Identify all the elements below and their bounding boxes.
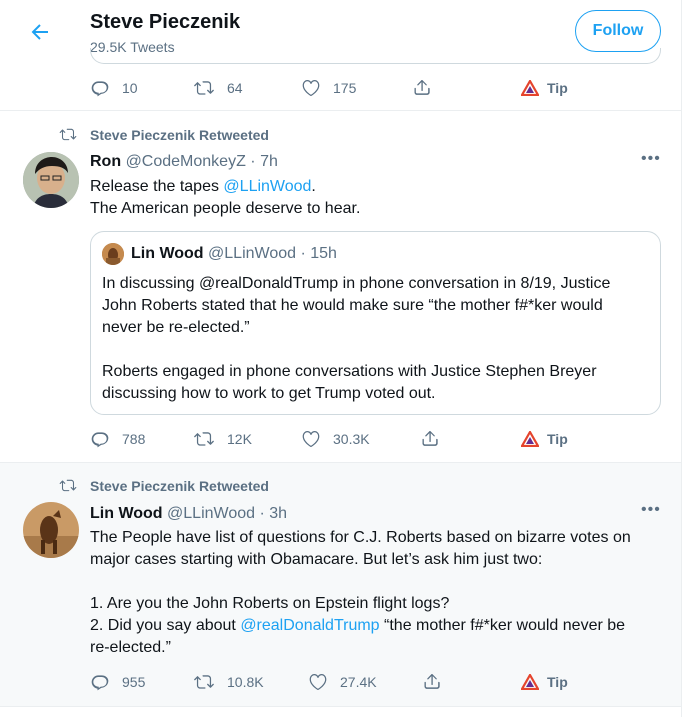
tweet-text-line: The People have list of questions for C.… xyxy=(90,529,631,546)
retweeted-indicator xyxy=(58,477,78,494)
heart-icon xyxy=(309,674,327,690)
retweet-icon xyxy=(59,479,77,492)
tip-label: Tip xyxy=(547,431,568,447)
brave-triangle-icon xyxy=(521,80,539,96)
tweet-text-line: 2. Did you say about xyxy=(90,617,241,634)
reply-icon xyxy=(91,432,109,448)
tweet-text-line: “the mother f#*ker would never be xyxy=(379,617,626,634)
reply-icon xyxy=(91,81,109,97)
reply-button[interactable]: 10 xyxy=(90,78,138,98)
tweet-text-line: major cases starting with Obamacare. But… xyxy=(90,551,543,568)
mention-link[interactable]: @realDonaldTrump xyxy=(240,617,379,634)
quoted-tweet-text: In discussing @realDonaldTrump in phone … xyxy=(102,273,652,405)
tip-label: Tip xyxy=(547,674,568,690)
share-icon xyxy=(422,430,438,446)
like-count: 30.3K xyxy=(333,431,370,447)
previous-card-edge xyxy=(90,48,661,64)
retweet-count: 10.8K xyxy=(227,674,264,690)
follow-button[interactable]: Follow xyxy=(575,10,661,52)
divider xyxy=(0,110,682,111)
quoted-text-line: discussing how to work to get Trump vote… xyxy=(102,385,436,402)
tip-button[interactable]: Tip xyxy=(521,431,568,447)
share-button[interactable] xyxy=(412,77,444,97)
reply-count: 10 xyxy=(122,80,138,96)
quoted-author-name: Lin Wood xyxy=(131,245,204,262)
retweeted-label: Steve Pieczenik Retweeted xyxy=(90,478,269,494)
retweet-icon xyxy=(194,675,214,689)
tip-button[interactable]: Tip xyxy=(521,80,568,96)
share-icon xyxy=(414,79,430,95)
reply-button[interactable]: 955 xyxy=(90,672,145,692)
retweet-count: 12K xyxy=(227,431,252,447)
retweet-button[interactable]: 10.8K xyxy=(193,672,264,692)
tweet-text-line: Release the tapes xyxy=(90,178,224,195)
author-handle-time[interactable]: @CodeMonkeyZ · 7h xyxy=(126,153,278,170)
author-name[interactable]: Ron xyxy=(90,153,121,170)
quoted-tweet[interactable]: Lin Wood @LLinWood · 15h In discussing @… xyxy=(90,231,661,415)
quoted-text-line: In discussing @realDonaldTrump in phone … xyxy=(102,275,611,292)
tweet-text: Release the tapes @LLinWood. The America… xyxy=(90,176,650,220)
divider xyxy=(0,706,682,707)
back-arrow-icon[interactable] xyxy=(28,20,52,44)
brave-triangle-icon xyxy=(521,674,539,690)
tweet-text-line: The American people deserve to hear. xyxy=(90,200,361,217)
quoted-text-line: Roberts engaged in phone conversations w… xyxy=(102,363,597,380)
tweet-author: Ron @CodeMonkeyZ · 7h xyxy=(90,153,278,171)
tip-label: Tip xyxy=(547,80,568,96)
retweet-count: 64 xyxy=(227,80,243,96)
quoted-author-handle-time: @LLinWood · 15h xyxy=(208,245,337,262)
retweet-icon xyxy=(194,81,214,95)
share-icon xyxy=(424,673,440,689)
reply-button[interactable]: 788 xyxy=(90,429,145,449)
retweeted-indicator xyxy=(58,126,78,143)
like-count: 175 xyxy=(333,80,357,96)
more-options-icon[interactable]: ••• xyxy=(641,150,661,168)
retweet-button[interactable]: 12K xyxy=(193,429,252,449)
tweet-text: The People have list of questions for C.… xyxy=(90,527,670,659)
avatar[interactable] xyxy=(23,152,79,208)
avatar[interactable] xyxy=(23,502,79,558)
quoted-author: Lin Wood @LLinWood · 15h xyxy=(131,245,337,263)
heart-icon xyxy=(302,431,320,447)
share-button[interactable] xyxy=(422,671,454,691)
like-button[interactable]: 175 xyxy=(301,78,356,98)
share-button[interactable] xyxy=(420,428,452,448)
heart-icon xyxy=(302,80,320,96)
tweet-text-line: 1. Are you the John Roberts on Epstein f… xyxy=(90,595,450,612)
mention-link[interactable]: @LLinWood xyxy=(223,178,311,195)
page-title: Steve Pieczenik xyxy=(90,11,241,33)
like-button[interactable]: 30.3K xyxy=(301,429,370,449)
tweet-text-punct: . xyxy=(311,178,316,195)
more-options-icon[interactable]: ••• xyxy=(641,501,661,519)
like-count: 27.4K xyxy=(340,674,377,690)
retweet-icon xyxy=(59,128,77,141)
column-border xyxy=(681,0,682,717)
like-button[interactable]: 27.4K xyxy=(308,672,377,692)
reply-icon xyxy=(91,675,109,691)
retweet-button[interactable]: 64 xyxy=(193,78,243,98)
tweet-author: Lin Wood @LLinWood · 3h xyxy=(90,505,287,523)
reply-count: 788 xyxy=(122,431,146,447)
retweet-icon xyxy=(194,432,214,446)
author-name[interactable]: Lin Wood xyxy=(90,505,163,522)
quoted-text-line: John Roberts stated that he would make s… xyxy=(102,297,603,314)
retweeted-label: Steve Pieczenik Retweeted xyxy=(90,127,269,143)
avatar xyxy=(102,243,124,265)
brave-triangle-icon xyxy=(521,431,539,447)
tweet-text-line: re-elected.” xyxy=(90,639,171,656)
quoted-text-line: never be re-elected.” xyxy=(102,319,250,336)
reply-count: 955 xyxy=(122,674,146,690)
tip-button[interactable]: Tip xyxy=(521,674,568,690)
author-handle-time[interactable]: @LLinWood · 3h xyxy=(167,505,287,522)
